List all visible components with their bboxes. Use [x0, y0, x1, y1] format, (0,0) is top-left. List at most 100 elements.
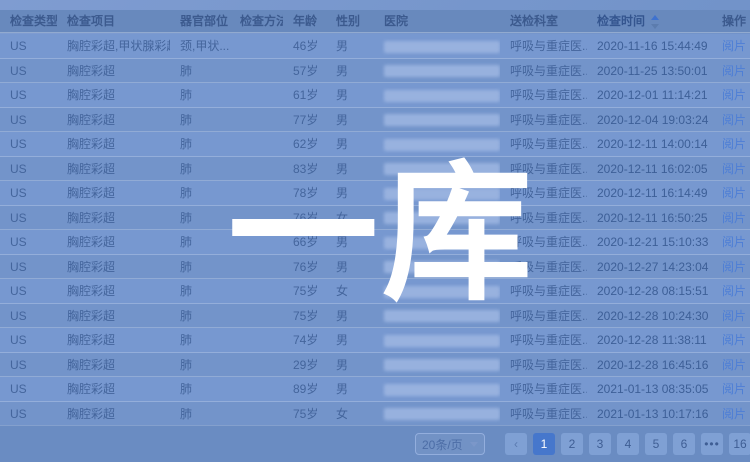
table-body: US胸腔彩超,甲状腺彩超颈,甲状...46岁男呼吸与重症医...2020-11-…: [0, 34, 750, 426]
cell-hospital: [374, 304, 500, 328]
cell-method: [230, 304, 283, 328]
cell-exam-type: US: [0, 402, 57, 426]
table-row: US胸腔彩超肺75岁女呼吸与重症医...2020-12-28 08:15:51阅…: [0, 279, 750, 304]
table-row: US胸腔彩超肺62岁男呼吸与重症医...2020-12-11 14:00:14阅…: [0, 132, 750, 157]
table-row: US胸腔彩超肺74岁男呼吸与重症医...2020-12-28 11:38:11阅…: [0, 328, 750, 353]
cell-action: 阅片: [712, 402, 750, 426]
cell-action: 阅片: [712, 83, 750, 107]
cell-department: 呼吸与重症医...: [500, 402, 587, 426]
redacted-hospital-name: [384, 188, 500, 200]
cell-exam-time: 2021-01-13 08:35:05: [587, 377, 712, 401]
view-images-link[interactable]: 阅片: [722, 64, 746, 78]
cell-organ: 肺: [170, 353, 230, 377]
view-images-link[interactable]: 阅片: [722, 113, 746, 127]
cell-organ: 肺: [170, 402, 230, 426]
view-images-link[interactable]: 阅片: [722, 309, 746, 323]
page-button-16[interactable]: 16: [729, 433, 750, 455]
cell-exam-time: 2020-11-16 15:44:49: [587, 34, 712, 58]
cell-exam-type: US: [0, 34, 57, 58]
view-images-link[interactable]: 阅片: [722, 137, 746, 151]
cell-department: 呼吸与重症医...: [500, 279, 587, 303]
cell-exam-item: 胸腔彩超: [57, 377, 170, 401]
page-button-1[interactable]: 1: [533, 433, 555, 455]
redacted-hospital-name: [384, 310, 500, 322]
cell-exam-item: 胸腔彩超: [57, 279, 170, 303]
cell-age: 78岁: [283, 181, 326, 205]
cell-action: 阅片: [712, 59, 750, 83]
view-images-link[interactable]: 阅片: [722, 162, 746, 176]
cell-exam-type: US: [0, 157, 57, 181]
view-images-link[interactable]: 阅片: [722, 358, 746, 372]
view-images-link[interactable]: 阅片: [722, 88, 746, 102]
page-button-5[interactable]: 5: [645, 433, 667, 455]
cell-exam-type: US: [0, 230, 57, 254]
cell-age: 89岁: [283, 377, 326, 401]
page-buttons: 123456 ••• 16: [527, 433, 750, 455]
cell-department: 呼吸与重症医...: [500, 181, 587, 205]
view-images-link[interactable]: 阅片: [722, 235, 746, 249]
col-header-exam-time[interactable]: 检查时间: [587, 10, 712, 33]
cell-age: 74岁: [283, 328, 326, 352]
sort-ascending-icon[interactable]: [649, 15, 659, 29]
view-images-link[interactable]: 阅片: [722, 333, 746, 347]
redacted-hospital-name: [384, 163, 500, 175]
cell-method: [230, 157, 283, 181]
cell-exam-item: 胸腔彩超: [57, 181, 170, 205]
page-size-select[interactable]: 20条/页: [415, 433, 485, 455]
cell-exam-time: 2020-12-11 16:50:25: [587, 206, 712, 230]
cell-exam-type: US: [0, 206, 57, 230]
cell-hospital: [374, 377, 500, 401]
table-row: US胸腔彩超,甲状腺彩超颈,甲状...46岁男呼吸与重症医...2020-11-…: [0, 34, 750, 59]
cell-exam-item: 胸腔彩超: [57, 206, 170, 230]
cell-exam-item: 胸腔彩超,甲状腺彩超: [57, 34, 170, 58]
redacted-hospital-name: [384, 65, 500, 77]
cell-department: 呼吸与重症医...: [500, 304, 587, 328]
cell-gender: 男: [326, 34, 374, 58]
cell-department: 呼吸与重症医...: [500, 206, 587, 230]
cell-method: [230, 108, 283, 132]
page-size-label: 20条/页: [422, 436, 463, 453]
page-button-4[interactable]: 4: [617, 433, 639, 455]
page-button-6[interactable]: 6: [673, 433, 695, 455]
col-header-exam-item: 检查项目: [57, 10, 170, 33]
view-images-link[interactable]: 阅片: [722, 211, 746, 225]
cell-organ: 肺: [170, 255, 230, 279]
page-button-2[interactable]: 2: [561, 433, 583, 455]
cell-age: 75岁: [283, 279, 326, 303]
cell-method: [230, 206, 283, 230]
cell-gender: 男: [326, 83, 374, 107]
redacted-hospital-name: [384, 261, 500, 273]
redacted-hospital-name: [384, 359, 500, 371]
cell-action: 阅片: [712, 132, 750, 156]
view-images-link[interactable]: 阅片: [722, 407, 746, 421]
col-header-age: 年龄: [283, 10, 326, 33]
table-row: US胸腔彩超肺75岁男呼吸与重症医...2020-12-28 10:24:30阅…: [0, 304, 750, 329]
cell-organ: 肺: [170, 83, 230, 107]
cell-exam-time: 2020-12-11 16:14:49: [587, 181, 712, 205]
cell-hospital: [374, 59, 500, 83]
col-header-organ: 器官部位: [170, 10, 230, 33]
cell-gender: 男: [326, 230, 374, 254]
col-header-action: 操作: [712, 10, 750, 33]
cell-exam-item: 胸腔彩超: [57, 108, 170, 132]
cell-action: 阅片: [712, 353, 750, 377]
view-images-link[interactable]: 阅片: [722, 382, 746, 396]
cell-action: 阅片: [712, 255, 750, 279]
more-pages-button[interactable]: •••: [701, 433, 723, 455]
view-images-link[interactable]: 阅片: [722, 186, 746, 200]
cell-action: 阅片: [712, 304, 750, 328]
view-images-link[interactable]: 阅片: [722, 284, 746, 298]
page-button-3[interactable]: 3: [589, 433, 611, 455]
view-images-link[interactable]: 阅片: [722, 39, 746, 53]
cell-method: [230, 230, 283, 254]
view-images-link[interactable]: 阅片: [722, 260, 746, 274]
col-header-gender: 性别: [326, 10, 374, 33]
cell-age: 76岁: [283, 206, 326, 230]
cell-age: 83岁: [283, 157, 326, 181]
cell-method: [230, 59, 283, 83]
cell-department: 呼吸与重症医...: [500, 83, 587, 107]
prev-page-button[interactable]: ‹: [505, 433, 527, 455]
cell-gender: 男: [326, 59, 374, 83]
cell-exam-time: 2020-12-01 11:14:21: [587, 83, 712, 107]
cell-gender: 男: [326, 255, 374, 279]
